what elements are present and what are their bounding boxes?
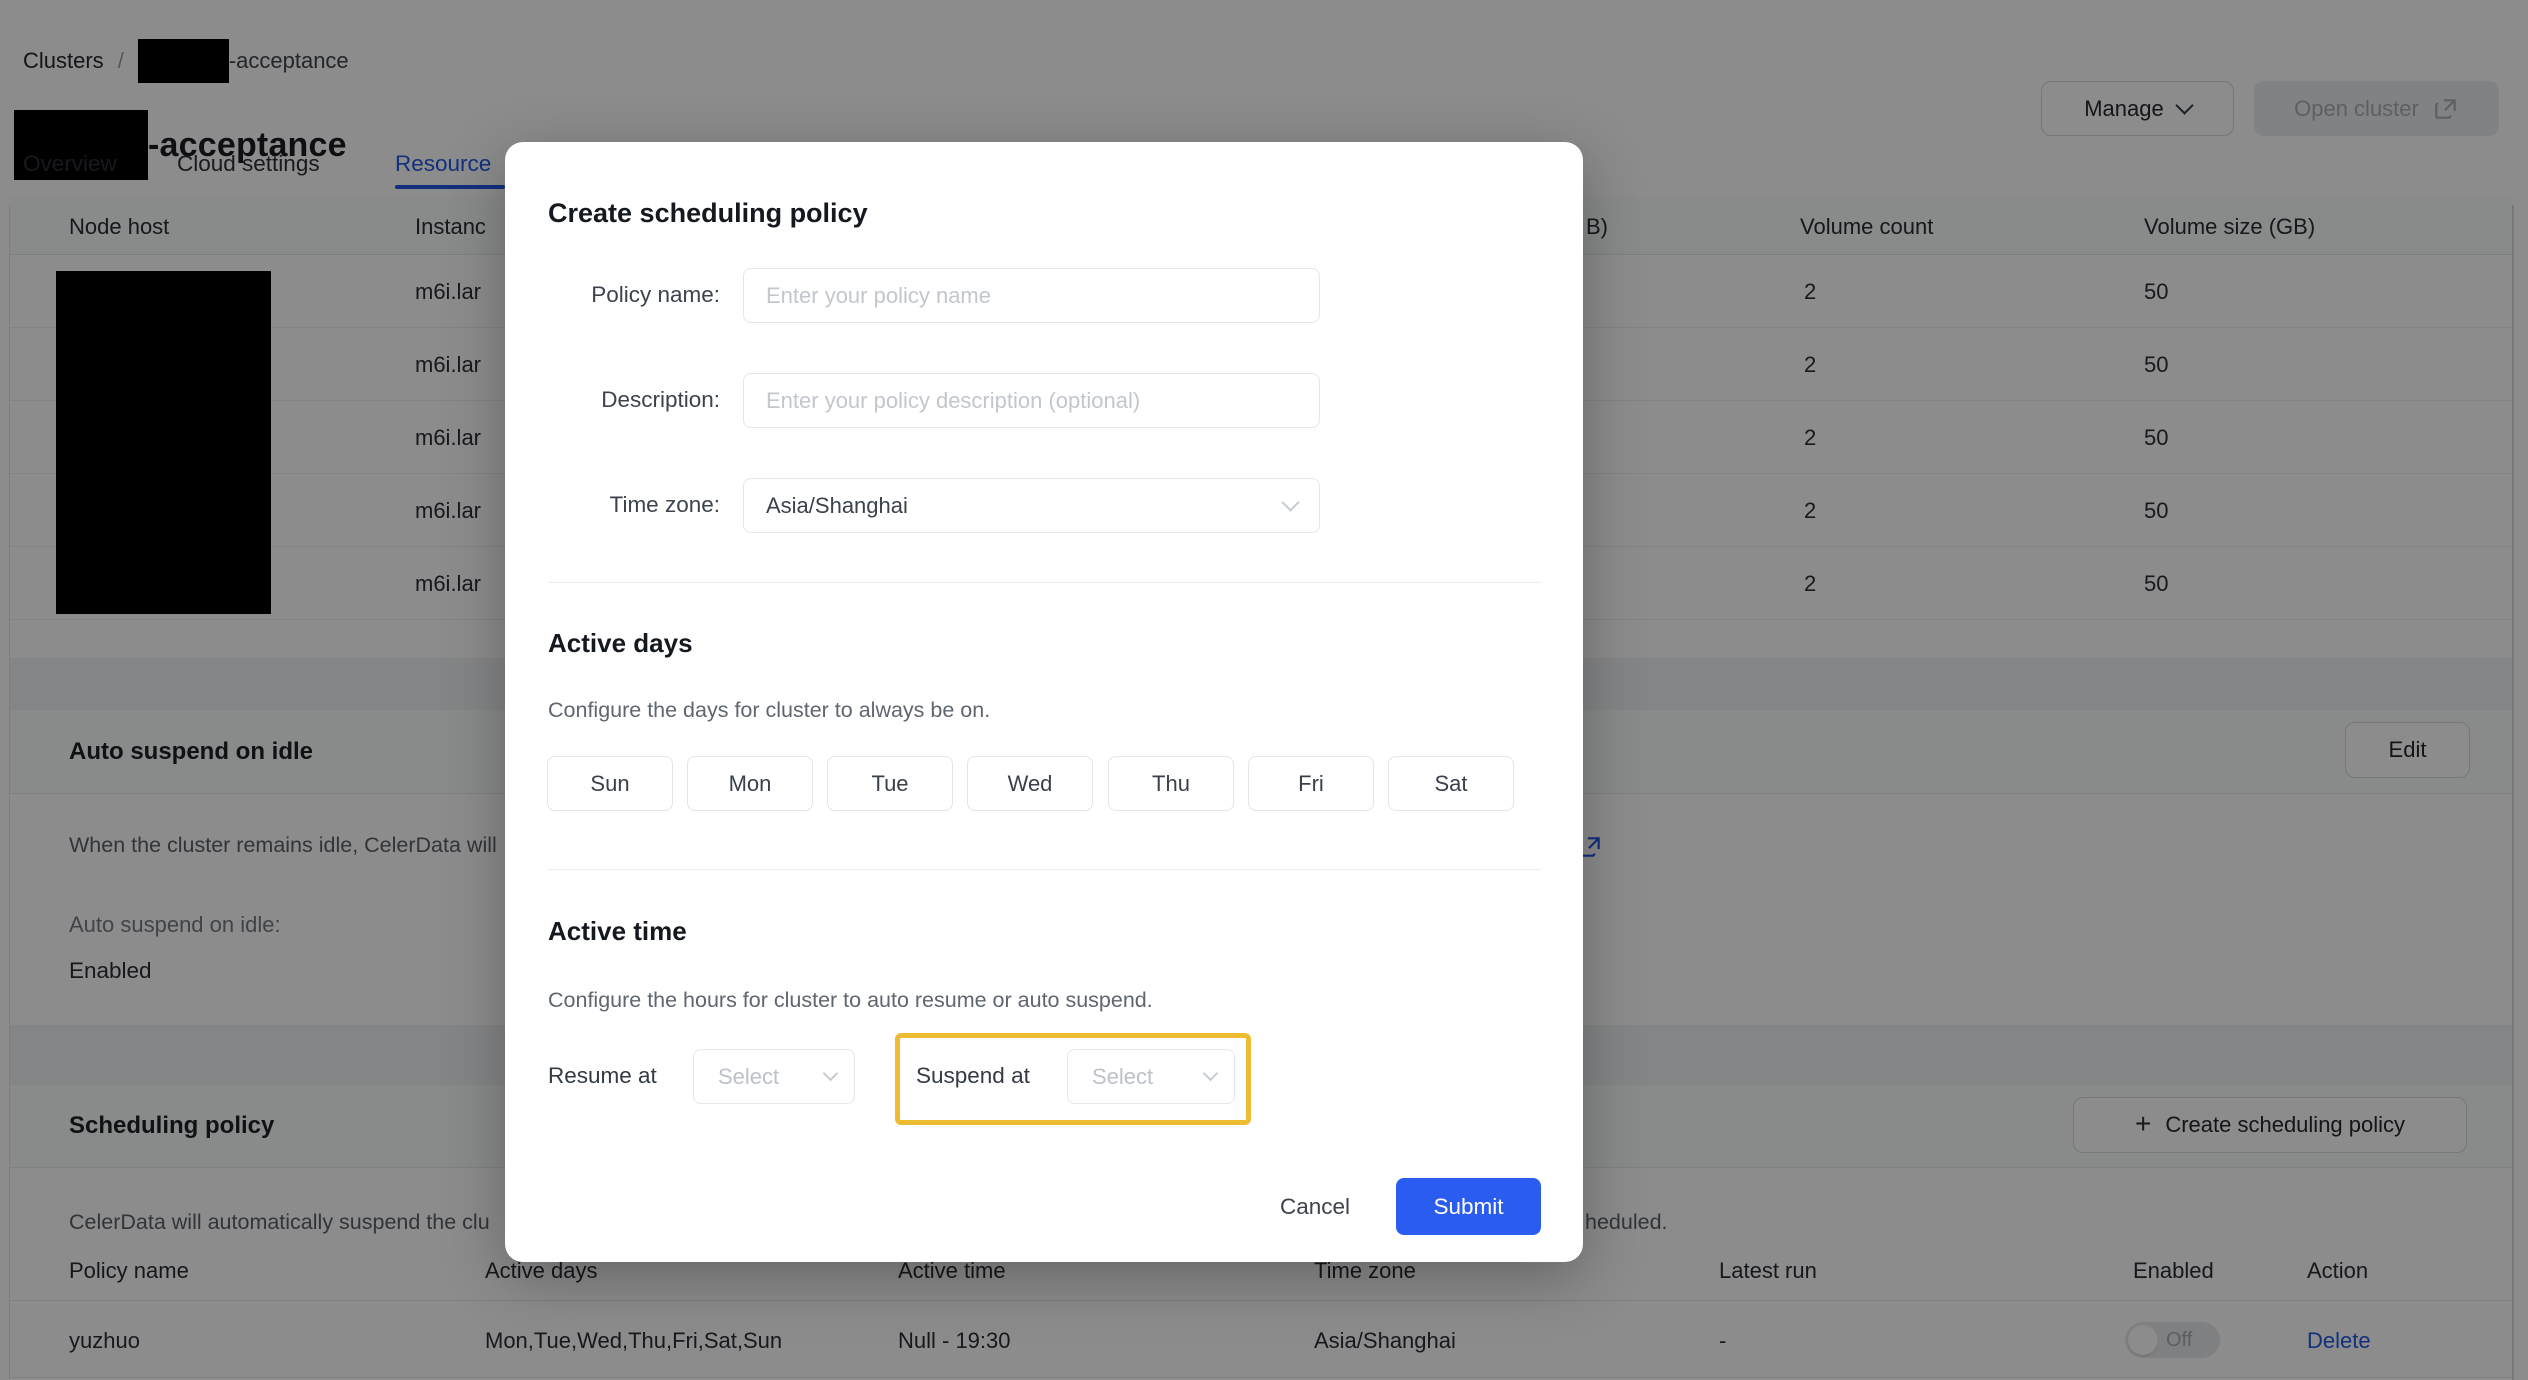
modal-title: Create scheduling policy [548, 198, 868, 228]
resume-at-value: Select [718, 1063, 780, 1089]
time-zone-value: Asia/Shanghai [766, 492, 908, 518]
chevron-down-icon [822, 1065, 839, 1082]
time-zone-select[interactable]: Asia/Shanghai [743, 478, 1320, 533]
day-button-sun[interactable]: Sun [547, 756, 673, 811]
policy-name-label: Policy name: [591, 282, 720, 307]
day-button-tue[interactable]: Tue [827, 756, 953, 811]
active-time-description: Configure the hours for cluster to auto … [548, 988, 1153, 1012]
time-zone-label: Time zone: [609, 492, 720, 517]
day-button-wed[interactable]: Wed [967, 756, 1093, 811]
suspend-at-label: Suspend at [916, 1063, 1030, 1088]
chevron-down-icon [1281, 493, 1300, 512]
active-days-heading: Active days [548, 628, 693, 658]
policy-name-input[interactable] [743, 268, 1320, 323]
cancel-button[interactable]: Cancel [1269, 1178, 1361, 1235]
description-label: Description: [601, 387, 720, 412]
chevron-down-icon [1202, 1065, 1219, 1082]
active-days-description: Configure the days for cluster to always… [548, 698, 991, 722]
day-button-mon[interactable]: Mon [687, 756, 813, 811]
day-button-fri[interactable]: Fri [1248, 756, 1374, 811]
create-scheduling-policy-modal: Create scheduling policy Policy name: De… [505, 142, 1583, 1262]
description-input[interactable] [743, 373, 1320, 428]
suspend-at-select[interactable]: Select [1067, 1049, 1235, 1104]
day-button-sat[interactable]: Sat [1388, 756, 1514, 811]
active-time-heading: Active time [548, 916, 687, 946]
cluster-detail-page: Clusters / -acceptance -acceptance Manag… [0, 0, 2528, 1380]
day-button-thu[interactable]: Thu [1108, 756, 1234, 811]
divider [548, 869, 1541, 870]
suspend-at-value: Select [1092, 1063, 1154, 1089]
resume-at-select[interactable]: Select [693, 1049, 855, 1104]
submit-button[interactable]: Submit [1396, 1178, 1541, 1235]
resume-at-label: Resume at [548, 1063, 657, 1088]
divider [548, 582, 1541, 583]
